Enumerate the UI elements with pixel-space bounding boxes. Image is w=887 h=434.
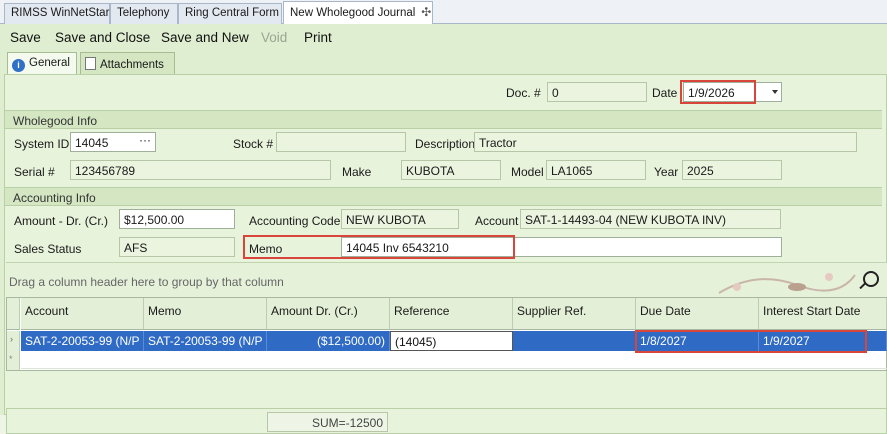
info-icon: i (12, 59, 25, 72)
system-id-value: 14045 (75, 136, 109, 150)
doc-number-field: 0 (547, 82, 647, 102)
tab-rimss-winnetstar[interactable]: RIMSS WinNetStar (4, 3, 110, 24)
cell-memo[interactable]: SAT-2-20053-99 (N/P ... (144, 331, 267, 351)
system-id-label: System ID (14, 137, 70, 151)
serial-field: 123456789 (70, 160, 331, 180)
tab-telephony[interactable]: Telephony (110, 3, 178, 24)
column-header-account[interactable]: Account (21, 298, 144, 330)
accounting-info-header: Accounting Info (5, 187, 882, 206)
void-button[interactable]: Void (261, 30, 287, 45)
accounting-code-label: Accounting Code (249, 214, 341, 228)
floral-decoration (718, 273, 856, 294)
account-field: SAT-1-14493-04 (NEW KUBOTA INV) (520, 209, 781, 229)
column-header-due-date[interactable]: Due Date (636, 298, 759, 330)
amount-label: Amount - Dr. (Cr.) (14, 214, 109, 228)
tab-label: Telephony (117, 7, 170, 19)
description-field: Tractor (474, 132, 857, 152)
tab-label: New Wholegood Journal (290, 7, 416, 19)
amount-sum: SUM=-12500 (267, 412, 388, 432)
model-field: LA1065 (546, 160, 646, 180)
lookup-ellipsis-button[interactable]: ··· (139, 133, 151, 147)
serial-label: Serial # (14, 165, 55, 179)
amount-input[interactable]: $12,500.00 (119, 209, 235, 229)
date-label: Date (652, 86, 678, 100)
make-label: Make (342, 165, 372, 179)
description-label: Description (415, 137, 476, 151)
chevron-down-icon[interactable] (772, 90, 778, 94)
year-label: Year (654, 165, 679, 179)
tab-label: RIMSS WinNetStar (11, 7, 110, 19)
grid-footer: SUM=-12500 (6, 408, 887, 434)
tab-ring-central-form[interactable]: Ring Central Form (178, 3, 282, 24)
group-by-hint: Drag a column header here to group by th… (9, 275, 284, 289)
document-icon (85, 57, 96, 70)
highlight-memo (243, 235, 515, 259)
accounting-code-field: NEW KUBOTA (341, 209, 459, 229)
model-label: Model (511, 165, 544, 179)
cell-account[interactable]: SAT-2-20053-99 (N/P ... (21, 331, 144, 351)
wholegood-info-header: Wholegood Info (5, 110, 882, 129)
sales-status-field: AFS (119, 237, 235, 257)
sales-status-label: Sales Status (14, 242, 82, 256)
tab-attachments-label: Attachments (100, 59, 164, 71)
column-header-reference[interactable]: Reference (390, 298, 513, 330)
group-by-area[interactable]: Drag a column header here to group by th… (6, 262, 887, 297)
cell-amount[interactable]: ($12,500.00) (267, 331, 390, 351)
search-icon[interactable] (863, 271, 879, 287)
document-tab-strip: RIMSS WinNetStar Telephony Ring Central … (0, 0, 887, 25)
doc-number-label: Doc. # (506, 86, 541, 100)
system-id-field[interactable]: 14045 ··· (70, 132, 156, 152)
pin-icon[interactable]: ✣ (421, 5, 431, 19)
tab-new-wholegood-journal[interactable]: New Wholegood Journal ✣ (283, 1, 433, 25)
tab-general-label: General (29, 57, 70, 69)
save-and-close-button[interactable]: Save and Close (55, 30, 150, 45)
toolbar: Save Save and Close Save and New Void Pr… (0, 24, 887, 52)
tab-attachments[interactable]: Attachments (80, 52, 175, 74)
year-field: 2025 (682, 160, 782, 180)
cell-reference-input[interactable]: (14045) (390, 331, 513, 351)
column-header-supplier-ref[interactable]: Supplier Ref. (513, 298, 636, 330)
print-button[interactable]: Print (304, 30, 332, 45)
cell-supplier-ref[interactable] (513, 331, 636, 351)
new-row[interactable] (21, 351, 887, 369)
stock-field (276, 132, 406, 152)
column-header-amount[interactable]: Amount Dr. (Cr.) (267, 298, 390, 330)
tab-label: Ring Central Form (185, 7, 279, 19)
account-label: Account (475, 214, 519, 228)
column-header-memo[interactable]: Memo (144, 298, 267, 330)
make-field: KUBOTA (401, 160, 501, 180)
highlight-date (680, 80, 756, 104)
save-and-new-button[interactable]: Save and New (161, 30, 249, 45)
new-row-asterisk-icon: * (7, 351, 20, 370)
tab-general[interactable]: i General (7, 52, 77, 75)
save-button[interactable]: Save (10, 30, 41, 45)
journal-lines-grid: Account Memo Amount Dr. (Cr.) Reference … (6, 297, 887, 371)
column-header-interest-start-date[interactable]: Interest Start Date (759, 298, 887, 330)
stock-label: Stock # (233, 137, 274, 151)
current-row-arrow-icon: › (7, 331, 20, 351)
workarea: Save Save and Close Save and New Void Pr… (0, 24, 887, 434)
highlight-dates (635, 330, 867, 353)
grid-corner (7, 298, 20, 330)
